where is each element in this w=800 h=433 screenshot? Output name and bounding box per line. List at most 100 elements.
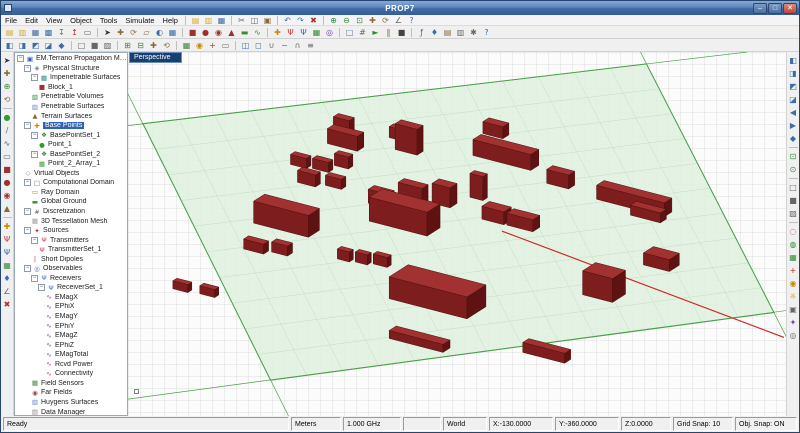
tree-toggle[interactable]: −: [24, 227, 31, 234]
pan-view-icon[interactable]: ✚: [367, 15, 378, 26]
front-view-icon[interactable]: ◩: [30, 40, 41, 51]
tree-item[interactable]: −❖BasePointSet_2: [15, 149, 127, 159]
grid-view-icon[interactable]: ▦: [788, 252, 799, 263]
view-top-icon[interactable]: ◧: [788, 55, 799, 66]
tree-item[interactable]: −#Discretization: [15, 207, 127, 217]
tree-item[interactable]: ●Point_1: [15, 140, 127, 150]
view-left-icon[interactable]: ◀: [788, 107, 799, 118]
wireframe-icon[interactable]: □: [76, 40, 87, 51]
menu-object[interactable]: Object: [66, 16, 96, 25]
view-front-icon[interactable]: ◩: [788, 81, 799, 92]
tree-item[interactable]: ▦Point_2_Array_1: [15, 159, 127, 169]
save-all-icon[interactable]: ▩: [43, 27, 54, 38]
copy-icon[interactable]: ◫: [249, 15, 260, 26]
tree-toggle[interactable]: −: [31, 237, 38, 244]
open-project-icon[interactable]: ▥: [203, 15, 214, 26]
measure-icon[interactable]: ∠: [393, 15, 404, 26]
zoom-selected-icon[interactable]: ⊙: [788, 164, 799, 175]
title-bar[interactable]: PROP7 –□✕: [1, 1, 799, 15]
subtract-icon[interactable]: −: [279, 40, 290, 51]
menu-tools[interactable]: Tools: [96, 16, 122, 25]
view-back-icon[interactable]: ◪: [788, 94, 799, 105]
tree-toggle[interactable]: −: [24, 122, 31, 129]
union-icon[interactable]: ∪: [266, 40, 277, 51]
sphere-object-icon[interactable]: ◉: [213, 27, 224, 38]
zoom-extents-icon[interactable]: ⊡: [354, 15, 365, 26]
tree-toggle[interactable]: −: [24, 208, 31, 215]
tree-item[interactable]: ∿EMagY: [15, 312, 127, 322]
sphere-tool-icon[interactable]: ◉: [2, 190, 13, 201]
orbit-tool-icon[interactable]: ⟲: [2, 94, 13, 105]
status-obj-snap[interactable]: Obj. Snap: ON: [735, 417, 797, 431]
new-file-icon[interactable]: ▤: [4, 27, 15, 38]
tree-item[interactable]: ◉Far Fields: [15, 388, 127, 398]
wireframe-view-icon[interactable]: □: [788, 182, 799, 193]
view-right-icon[interactable]: ▶: [788, 120, 799, 131]
shaded-icon[interactable]: ■: [89, 40, 100, 51]
top-view-icon[interactable]: ◧: [4, 40, 15, 51]
building-side-face[interactable]: [417, 125, 423, 155]
settings-icon[interactable]: ✱: [468, 27, 479, 38]
maximize-button[interactable]: □: [768, 3, 782, 14]
receiver-tool-icon[interactable]: Ψ: [2, 247, 13, 258]
hide-object-icon[interactable]: ◌: [788, 226, 799, 237]
transmitter-tool-icon[interactable]: Ψ: [2, 234, 13, 245]
tree-item[interactable]: ∿Connectivity: [15, 369, 127, 379]
measure-tool-icon[interactable]: ∠: [2, 286, 13, 297]
cylinder-object-icon[interactable]: ●: [200, 27, 211, 38]
axes-toggle-icon[interactable]: +: [207, 40, 218, 51]
orbit-icon[interactable]: ⟲: [161, 40, 172, 51]
view-bottom-icon[interactable]: ◨: [788, 68, 799, 79]
building-front-face[interactable]: [470, 173, 483, 200]
tree-item[interactable]: −□Computational Domain: [15, 178, 127, 188]
pan-icon[interactable]: ✚: [148, 40, 159, 51]
tree-item[interactable]: ▧Huygens Surfaces: [15, 398, 127, 408]
undo-icon[interactable]: ↶: [282, 15, 293, 26]
tree-item[interactable]: ΨTransmitterSet_1: [15, 245, 127, 255]
delete-tool-icon[interactable]: ✖: [2, 299, 13, 310]
view-label[interactable]: Perspective: [129, 52, 182, 63]
tree-item[interactable]: −ΨTransmitters: [15, 235, 127, 245]
box-object-icon[interactable]: ■: [187, 27, 198, 38]
show-all-icon[interactable]: ◍: [788, 239, 799, 250]
tree-item[interactable]: ▦Field Sensors: [15, 379, 127, 389]
stop-simulation-icon[interactable]: ■: [396, 27, 407, 38]
grid-toggle-icon[interactable]: ▦: [181, 40, 192, 51]
tree-item[interactable]: −ΨReceivers: [15, 274, 127, 284]
tree-item[interactable]: −▣EM.Terrano Propagation Module: [15, 54, 127, 64]
capture-icon[interactable]: ◎: [788, 330, 799, 341]
pause-simulation-icon[interactable]: ‖: [383, 27, 394, 38]
scale-icon[interactable]: ▱: [141, 27, 152, 38]
tree-toggle[interactable]: −: [31, 74, 38, 81]
ruler-icon[interactable]: ▭: [220, 40, 231, 51]
help-icon[interactable]: ?: [481, 27, 492, 38]
tree-item[interactable]: ◇Virtual Objects: [15, 169, 127, 179]
rect-tool-icon[interactable]: ▭: [2, 151, 13, 162]
terrain-tool-icon[interactable]: ▲: [2, 203, 13, 214]
tree-item[interactable]: ∿EPhiY: [15, 321, 127, 331]
mirror-icon[interactable]: ◐: [154, 27, 165, 38]
intersect-icon[interactable]: ∩: [292, 40, 303, 51]
box-tool-icon[interactable]: ■: [2, 164, 13, 175]
cone-object-icon[interactable]: ▲: [226, 27, 237, 38]
mesh-icon[interactable]: #: [357, 27, 368, 38]
zoom-in-icon[interactable]: ⊕: [328, 15, 339, 26]
move-icon[interactable]: ✚: [115, 27, 126, 38]
base-point-tool-icon[interactable]: ✚: [2, 221, 13, 232]
shaded-view-icon[interactable]: ■: [788, 195, 799, 206]
tree-toggle[interactable]: −: [24, 265, 31, 272]
tree-item[interactable]: ▦3D Tessellation Mesh: [15, 216, 127, 226]
tree-item[interactable]: −ΨReceiverSet_1: [15, 283, 127, 293]
print-icon[interactable]: ▭: [82, 27, 93, 38]
snap-toggle-icon[interactable]: ◉: [194, 40, 205, 51]
properties-icon[interactable]: ≡: [305, 40, 316, 51]
library-icon[interactable]: ▤: [442, 27, 453, 38]
menu-file[interactable]: File: [1, 16, 21, 25]
tree-item[interactable]: −◈Physical Structure: [15, 64, 127, 74]
field-sensor-icon[interactable]: ▦: [311, 27, 322, 38]
save-icon[interactable]: ▦: [30, 27, 41, 38]
zoom-out-icon[interactable]: ⊖: [341, 15, 352, 26]
save-project-icon[interactable]: ▦: [216, 15, 227, 26]
tree-item[interactable]: ∿Rcvd Power: [15, 360, 127, 370]
paste-icon[interactable]: ▣: [262, 15, 273, 26]
